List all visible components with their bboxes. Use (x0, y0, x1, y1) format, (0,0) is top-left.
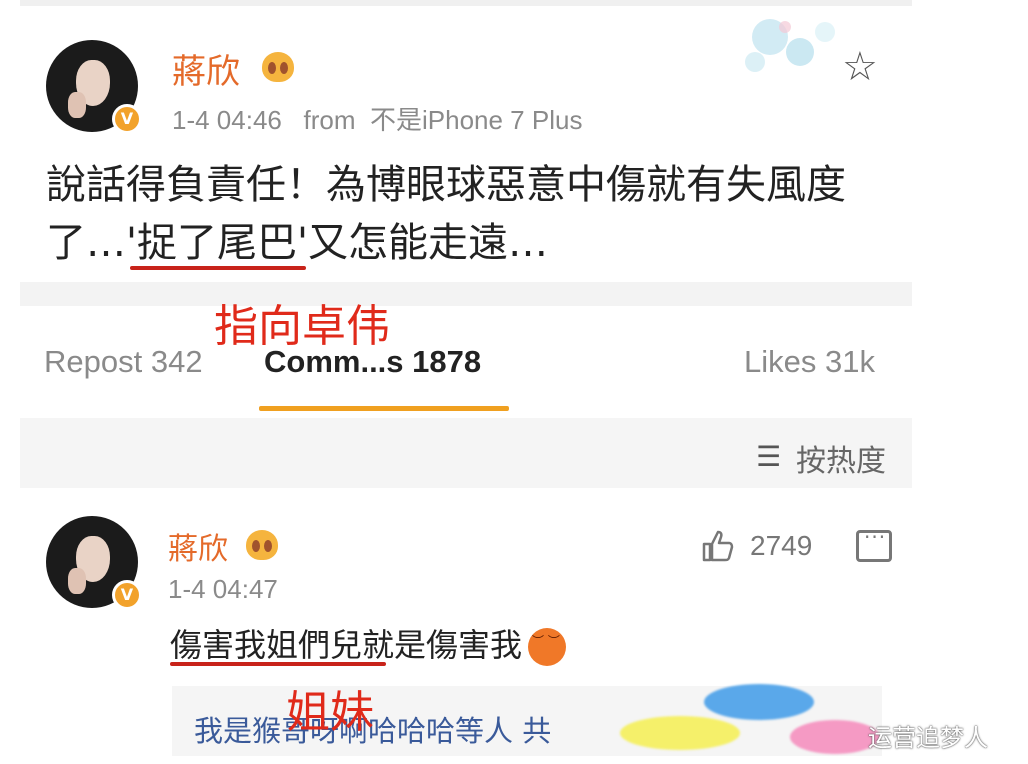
post-text-highlight: 捉了尾巴 (137, 220, 297, 266)
star-icon[interactable]: ☆ (842, 44, 878, 90)
post-text-suffix: '又怎能走遠… (297, 220, 548, 266)
post-username[interactable]: 蔣欣 (172, 44, 240, 93)
post-text-line2: 了…'捉了尾巴'又怎能走遠… (46, 214, 548, 272)
section-divider (20, 282, 912, 306)
comment-username[interactable]: 蔣欣 (168, 524, 228, 568)
post-from-label: from (303, 105, 356, 135)
angry-emoji-icon (528, 628, 567, 666)
post-timestamp: 1-4 04:46 (172, 105, 282, 135)
comment-text-underlined: 傷害我姐們兒 (170, 626, 363, 664)
censor-blob-blue (704, 684, 814, 720)
repost-tab[interactable]: Repost 342 (44, 344, 203, 380)
verified-badge-icon: V (112, 104, 142, 134)
watermark: 运营追梦人 (868, 724, 988, 752)
comment-avatar[interactable]: V (46, 516, 142, 610)
highlight-underline (130, 266, 306, 270)
likes-tab[interactable]: Likes 31k (744, 344, 875, 380)
post-meta: 1-4 04:46 from 不是iPhone 7 Plus (172, 100, 582, 137)
avatar[interactable]: V (46, 40, 142, 134)
member-badge-icon (246, 530, 278, 560)
post-text-line1: 說話得負責任！為博眼球惡意中傷就有失風度 (46, 162, 846, 208)
verified-badge-icon: V (112, 580, 142, 610)
comment-text-rest: 就是傷害我 (362, 626, 523, 664)
post-text-prefix: 了…' (46, 220, 137, 266)
comment-timestamp: 1-4 04:47 (168, 574, 278, 604)
censor-blob-yellow (620, 716, 740, 750)
thumbs-up-icon[interactable] (700, 528, 736, 564)
member-badge-icon (262, 52, 294, 82)
censor-blob-pink (790, 720, 880, 754)
comment-text: 傷害我姐們兒就是傷害我 (170, 620, 567, 666)
comments-tab[interactable]: Comm...s 1878 (264, 344, 481, 380)
post-device[interactable]: 不是iPhone 7 Plus (370, 105, 582, 135)
active-tab-indicator (259, 406, 509, 411)
sort-icon[interactable]: ☰ (756, 440, 781, 473)
annotation-sisters: 姐妹 (286, 687, 374, 738)
comment-icon[interactable] (856, 525, 892, 562)
comment-underline (170, 662, 386, 666)
sort-hot-button[interactable]: 按热度 (796, 436, 886, 480)
comment-like-count: 2749 (750, 530, 813, 561)
